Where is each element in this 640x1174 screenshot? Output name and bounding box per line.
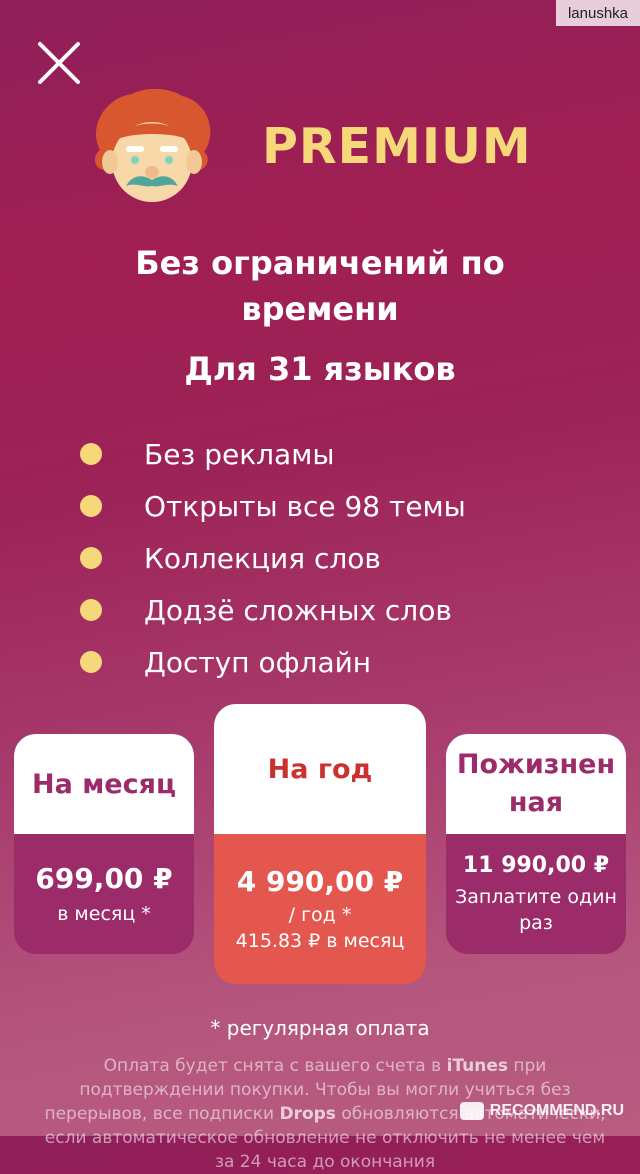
plan-month-card[interactable]: На месяц 699,00 ₽ в месяц * (14, 734, 194, 954)
plan-lifetime-note-line1: Заплатите один (455, 885, 617, 908)
plan-year-monthly-note: 415.83 ₽ в месяц (235, 929, 405, 952)
plan-lifetime-title-line1: Пожизнен (456, 749, 616, 780)
feature-item: Додзё сложных слов (80, 584, 466, 636)
recommend-logo-icon (459, 1102, 484, 1120)
footnote: * регулярная оплата (210, 1016, 430, 1040)
bullet-icon (80, 443, 102, 465)
plan-month-title: На месяц (14, 734, 194, 834)
plan-year-note: / год * (288, 903, 352, 926)
legal-drops: Drops (279, 1104, 336, 1124)
feature-item: Открыты все 98 темы (80, 480, 466, 532)
plan-lifetime-title: Пожизнен ная (446, 734, 626, 834)
plan-year-title: На год (214, 704, 426, 834)
plan-year-price-area: 4 990,00 ₽ / год * 415.83 ₽ в месяц (214, 834, 426, 984)
feature-item: Без рекламы (80, 428, 466, 480)
bullet-icon (80, 495, 102, 517)
plan-lifetime-card[interactable]: Пожизнен ная 11 990,00 ₽ Заплатите один … (446, 734, 626, 954)
user-watermark: lanushka (556, 0, 640, 26)
close-button[interactable] (36, 40, 82, 86)
legal-part: Оплата будет снята с вашего счета в (103, 1056, 447, 1076)
feature-label: Коллекция слов (144, 541, 381, 575)
bullet-icon (80, 651, 102, 673)
einstein-avatar-icon (86, 88, 218, 208)
feature-item: Доступ офлайн (80, 636, 466, 688)
plan-lifetime-title-line2: ная (508, 787, 564, 818)
feature-label: Доступ офлайн (144, 645, 372, 679)
site-watermark: RECOMMEND.RU (459, 1102, 624, 1120)
premium-title: PREMIUM (262, 118, 532, 175)
bullet-icon (80, 547, 102, 569)
bullet-icon (80, 599, 102, 621)
feature-label: Открыты все 98 темы (144, 489, 466, 523)
plan-lifetime-note-line2: раз (519, 911, 553, 934)
feature-item: Коллекция слов (80, 532, 466, 584)
plan-year-card[interactable]: На год 4 990,00 ₽ / год * 415.83 ₽ в мес… (214, 704, 426, 984)
feature-list: Без рекламы Открыты все 98 темы Коллекци… (80, 428, 466, 688)
site-watermark-label: RECOMMEND.RU (489, 1102, 624, 1119)
feature-label: Без рекламы (144, 437, 335, 471)
plan-lifetime-price: 11 990,00 ₽ (462, 852, 610, 878)
plan-month-price-area: 699,00 ₽ в месяц * (14, 834, 194, 954)
plan-month-price: 699,00 ₽ (35, 861, 173, 895)
plan-lifetime-price-area: 11 990,00 ₽ Заплатите один раз (446, 834, 626, 954)
legal-itunes: iTunes (446, 1056, 508, 1076)
subheadline: Для 31 языков (184, 350, 456, 388)
plan-year-price: 4 990,00 ₽ (236, 864, 404, 898)
feature-label: Додзё сложных слов (144, 593, 452, 627)
plan-month-note: в месяц * (57, 902, 151, 925)
headline: Без ограничений по времени (135, 244, 505, 328)
close-icon (38, 42, 80, 84)
